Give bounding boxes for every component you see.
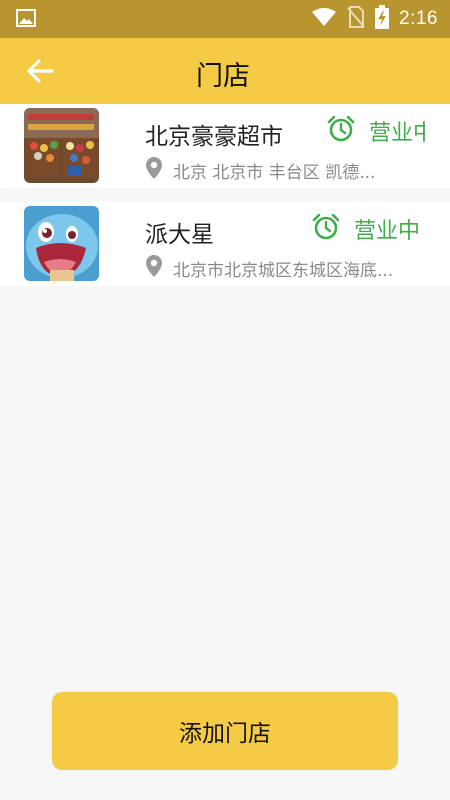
address-text: 北京 北京市 丰台区 凯德... xyxy=(173,162,376,183)
gallery-icon xyxy=(16,9,36,31)
store-address: 北京市北京城区东城区海底... xyxy=(145,254,425,282)
location-pin-icon xyxy=(145,156,163,184)
status-label: 营业中 xyxy=(369,121,425,146)
clock-time: 2:16 xyxy=(399,8,438,29)
battery-charging-icon xyxy=(375,5,390,33)
status-label: 营业中 xyxy=(354,219,421,244)
store-item[interactable]: 派大星 营业中 北京市北京城区东城区海底... xyxy=(0,202,450,286)
store-status: 营业中 xyxy=(327,116,425,146)
app-bar: 门店 xyxy=(0,38,450,104)
address-text: 北京市北京城区东城区海底... xyxy=(173,260,394,281)
store-address: 北京 北京市 丰台区 凯德... xyxy=(145,156,425,184)
store-name: 北京豪豪超市 xyxy=(145,124,283,150)
wifi-icon xyxy=(311,7,337,31)
alarm-clock-icon xyxy=(327,116,355,146)
status-bar: 2:16 xyxy=(0,0,450,38)
store-name: 派大星 xyxy=(145,222,214,248)
store-item[interactable]: 北京豪豪超市 营业中 北京 北京市 丰台区 凯德... xyxy=(0,104,450,188)
alarm-clock-icon xyxy=(312,214,340,244)
store-thumbnail xyxy=(24,206,99,281)
add-store-button[interactable]: 添加门店 xyxy=(52,692,398,770)
page-title: 门店 xyxy=(196,61,250,92)
store-status: 营业中 xyxy=(312,214,430,244)
store-thumbnail xyxy=(24,108,99,183)
location-pin-icon xyxy=(145,254,163,282)
no-sim-icon xyxy=(347,6,365,32)
arrow-left-icon[interactable] xyxy=(24,57,56,85)
